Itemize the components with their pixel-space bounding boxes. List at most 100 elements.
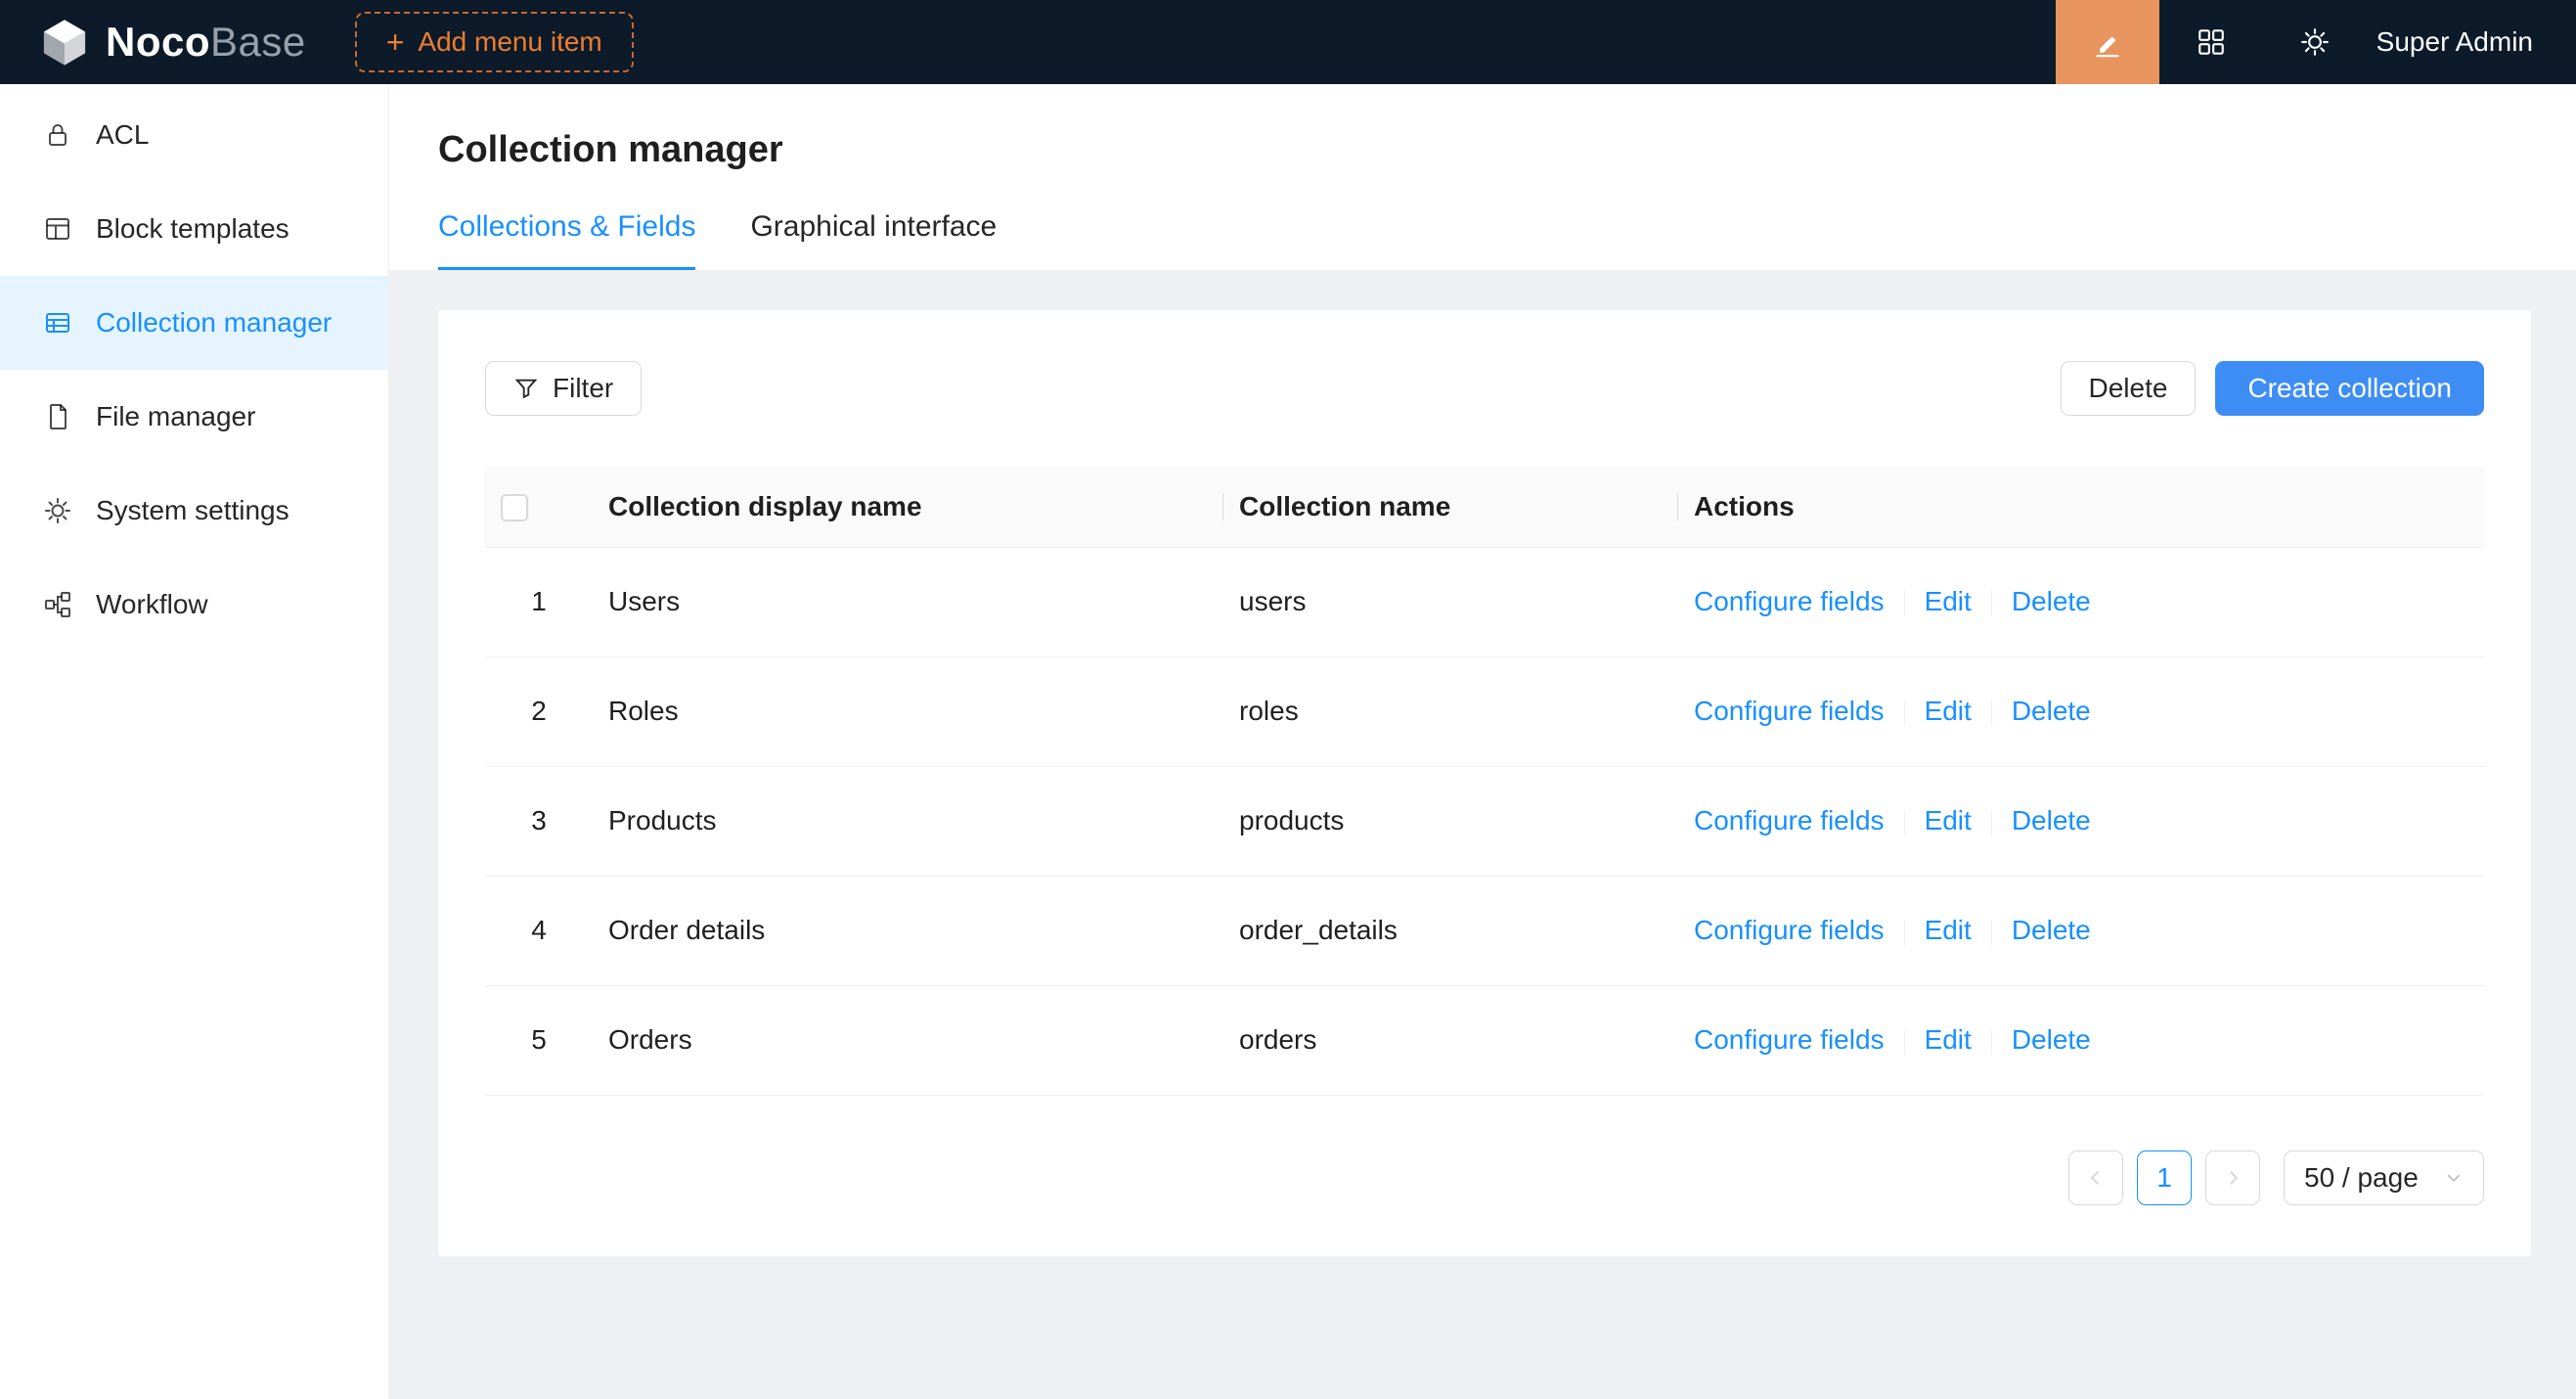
sidebar-item-label: ACL xyxy=(96,119,149,151)
configure-fields-link[interactable]: Configure fields xyxy=(1694,696,1885,726)
collection-name-cell: users xyxy=(1223,547,1678,656)
collections-card: Filter Delete Create collection xyxy=(438,310,2531,1256)
delete-link[interactable]: Delete xyxy=(2012,805,2091,835)
edit-link[interactable]: Edit xyxy=(1925,915,1972,945)
sidebar-item-label: System settings xyxy=(96,495,289,526)
configure-fields-link[interactable]: Configure fields xyxy=(1694,1024,1885,1055)
sidebar-item-label: Collection manager xyxy=(96,307,332,338)
actions-cell: Configure fields Edit Delete xyxy=(1678,656,2484,766)
configure-fields-link[interactable]: Configure fields xyxy=(1694,915,1885,945)
column-header-collection-name: Collection name xyxy=(1223,467,1678,547)
delete-link[interactable]: Delete xyxy=(2012,915,2091,945)
sidebar-item-collection-manager[interactable]: Collection manager xyxy=(0,276,388,370)
tab-bar: Collections & Fields Graphical interface xyxy=(389,171,2576,271)
edit-link[interactable]: Edit xyxy=(1925,805,1972,835)
display-name-cell: Orders xyxy=(593,985,1223,1095)
table-icon xyxy=(43,308,72,338)
configure-fields-link[interactable]: Configure fields xyxy=(1694,805,1885,835)
plus-icon: + xyxy=(386,26,405,58)
sidebar-item-system-settings[interactable]: System settings xyxy=(0,464,388,558)
gear-icon xyxy=(2299,26,2331,58)
user-menu[interactable]: Super Admin xyxy=(2367,26,2576,58)
row-index: 2 xyxy=(485,656,593,766)
table-row: 2 Roles roles Configure fieldsEditDelete xyxy=(485,656,2484,766)
table-row: 4 Order details order_details Configure … xyxy=(485,876,2484,985)
sidebar-item-label: File manager xyxy=(96,401,255,432)
sidebar-item-file-manager[interactable]: File manager xyxy=(0,370,388,464)
tab-collections-fields[interactable]: Collections & Fields xyxy=(438,210,695,270)
delete-button-label: Delete xyxy=(2089,373,2168,404)
actions-cell: Configure fields Edit Delete xyxy=(1678,876,2484,985)
next-page-button[interactable] xyxy=(2205,1151,2260,1205)
delete-link[interactable]: Delete xyxy=(2012,586,2091,616)
collection-name-cell: products xyxy=(1223,766,1678,876)
page-size-select[interactable]: 50 / page xyxy=(2284,1151,2484,1205)
table-row: 1 Users users Configure fieldsEditDelete xyxy=(485,547,2484,656)
collection-name-cell: orders xyxy=(1223,985,1678,1095)
display-name-cell: Users xyxy=(593,547,1223,656)
action-divider xyxy=(1904,591,1905,616)
layout-icon xyxy=(43,214,72,244)
page-size-value: 50 / page xyxy=(2304,1162,2419,1194)
table-row: 5 Orders orders Configure fieldsEditDele… xyxy=(485,985,2484,1095)
page-1-button[interactable]: 1 xyxy=(2137,1151,2192,1205)
delete-button[interactable]: Delete xyxy=(2061,361,2197,416)
action-divider xyxy=(1904,810,1905,835)
top-header: NocoBase + Add menu item Super Admin xyxy=(0,0,2576,84)
page-title: Collection manager xyxy=(389,84,2576,171)
grid-icon xyxy=(2196,26,2227,58)
create-collection-button[interactable]: Create collection xyxy=(2215,361,2484,416)
column-header-actions: Actions xyxy=(1678,467,2484,547)
action-divider xyxy=(1904,700,1905,726)
sidebar-item-acl[interactable]: ACL xyxy=(0,88,388,182)
action-divider xyxy=(1991,591,1992,616)
edit-link[interactable]: Edit xyxy=(1925,1024,1972,1055)
chevron-left-icon xyxy=(2085,1167,2107,1189)
settings-button[interactable] xyxy=(2263,0,2367,84)
page-header: Collection manager Collections & Fields … xyxy=(389,84,2576,271)
sidebar-item-label: Block templates xyxy=(96,213,289,245)
column-header-display-name: Collection display name xyxy=(593,467,1223,547)
action-divider xyxy=(1904,1029,1905,1055)
create-collection-label: Create collection xyxy=(2247,373,2452,404)
action-divider xyxy=(1904,920,1905,945)
edit-link[interactable]: Edit xyxy=(1925,696,1972,726)
select-all-checkbox[interactable] xyxy=(501,494,528,521)
collections-table: Collection display name Collection name … xyxy=(485,467,2484,1096)
ui-editor-button[interactable] xyxy=(2056,0,2159,84)
logo-text: NocoBase xyxy=(106,19,306,66)
action-divider xyxy=(1991,920,1992,945)
action-divider xyxy=(1991,1029,1992,1055)
delete-link[interactable]: Delete xyxy=(2012,1024,2091,1055)
display-name-cell: Order details xyxy=(593,876,1223,985)
configure-fields-link[interactable]: Configure fields xyxy=(1694,586,1885,616)
table-header-row: Collection display name Collection name … xyxy=(485,467,2484,547)
actions-cell: Configure fields Edit Delete xyxy=(1678,985,2484,1095)
filter-button[interactable]: Filter xyxy=(485,361,642,416)
add-menu-item-button[interactable]: + Add menu item xyxy=(355,12,634,72)
display-name-cell: Products xyxy=(593,766,1223,876)
prev-page-button[interactable] xyxy=(2068,1151,2123,1205)
tab-graphical-interface[interactable]: Graphical interface xyxy=(750,210,997,270)
filter-funnel-icon xyxy=(513,376,539,401)
collection-name-cell: order_details xyxy=(1223,876,1678,985)
plugins-button[interactable] xyxy=(2159,0,2263,84)
logo[interactable]: NocoBase xyxy=(39,17,306,68)
delete-link[interactable]: Delete xyxy=(2012,696,2091,726)
sidebar-item-workflow[interactable]: Workflow xyxy=(0,558,388,652)
workflow-icon xyxy=(43,590,72,619)
sidebar: ACL Block templates Collection manager F… xyxy=(0,84,389,1399)
toolbar-right: Delete Create collection xyxy=(2061,361,2485,416)
pagination: 1 50 / page xyxy=(485,1151,2484,1205)
sidebar-item-label: Workflow xyxy=(96,589,208,620)
gear-icon xyxy=(43,496,72,525)
action-divider xyxy=(1991,700,1992,726)
chevron-right-icon xyxy=(2222,1167,2243,1189)
edit-link[interactable]: Edit xyxy=(1925,586,1972,616)
highlighter-icon xyxy=(2091,25,2124,59)
chevron-down-icon xyxy=(2444,1168,2464,1188)
display-name-cell: Roles xyxy=(593,656,1223,766)
topbar-right-cluster: Super Admin xyxy=(2056,0,2576,84)
card-toolbar: Filter Delete Create collection xyxy=(485,361,2484,416)
sidebar-item-block-templates[interactable]: Block templates xyxy=(0,182,388,276)
